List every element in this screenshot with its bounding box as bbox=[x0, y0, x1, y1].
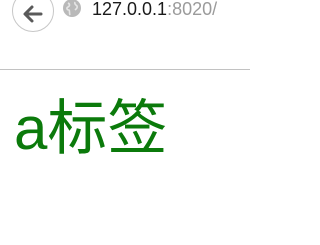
url-port-path: :8020/ bbox=[167, 0, 218, 19]
globe-icon bbox=[63, 0, 81, 17]
page-content: a标签 bbox=[0, 71, 250, 245]
back-button[interactable] bbox=[12, 0, 54, 32]
address-bar[interactable]: 127.0.0.1:8020/ bbox=[92, 0, 262, 24]
url-host: 127.0.0.1 bbox=[92, 0, 168, 19]
page-link[interactable]: a标签 bbox=[14, 97, 167, 161]
back-arrow-icon bbox=[23, 5, 43, 23]
toolbar-divider bbox=[0, 69, 250, 70]
browser-toolbar: 127.0.0.1:8020/ bbox=[0, 0, 250, 38]
